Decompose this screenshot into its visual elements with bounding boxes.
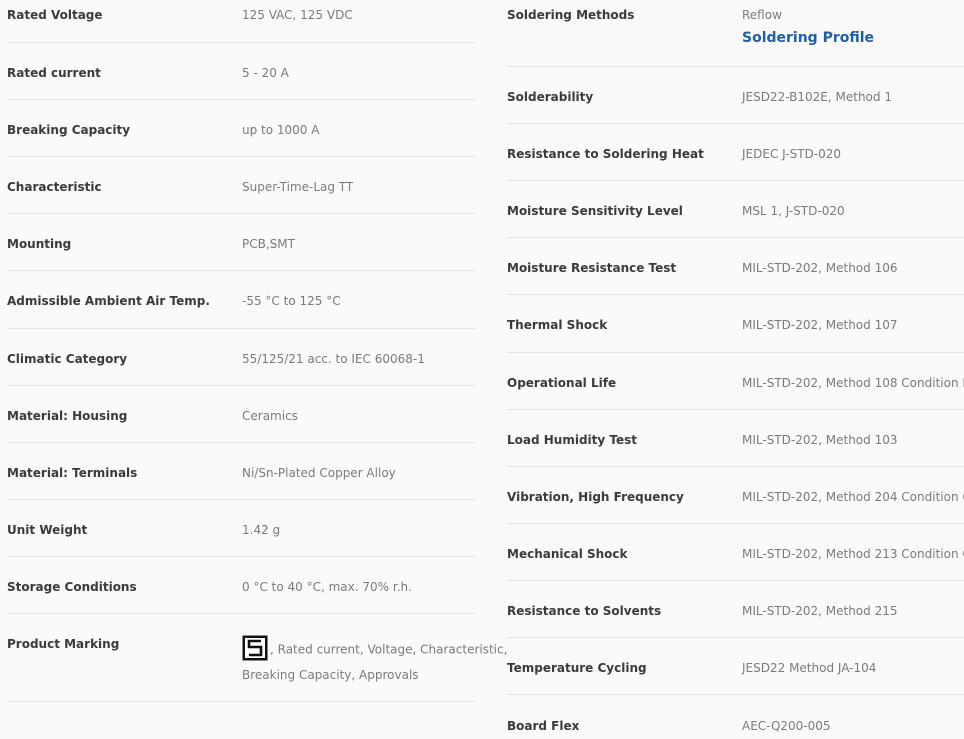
spec-value: PCB,SMT — [242, 237, 295, 251]
spec-label: Operational Life — [507, 376, 617, 390]
spec-row-temperature-cycling: Temperature Cycling JESD22 Method JA-104 — [507, 638, 964, 695]
spec-label: Mounting — [7, 237, 72, 251]
spec-value: JESD22 Method JA-104 — [742, 661, 877, 675]
spec-row-characteristic: Characteristic Super-Time-Lag TT — [7, 157, 476, 214]
spec-value: Super-Time-Lag TT — [242, 180, 354, 194]
spec-row-material-terminals: Material: Terminals Ni/Sn-Plated Copper … — [7, 443, 476, 500]
spec-label: Climatic Category — [7, 352, 128, 366]
spec-row-solderability: Solderability JESD22-B102E, Method 1 — [507, 67, 964, 124]
spec-label: Material: Housing — [7, 409, 128, 423]
spec-row-material-housing: Material: Housing Ceramics — [7, 386, 476, 443]
spec-value: AEC-Q200-005 — [742, 719, 831, 733]
soldering-profile-link[interactable]: Soldering Profile — [742, 30, 874, 46]
marking-line-2: Breaking Capacity, Approvals — [242, 668, 419, 682]
spec-row-load-humidity: Load Humidity Test MIL-STD-202, Method 1… — [507, 410, 964, 467]
spec-label: Characteristic — [7, 180, 102, 194]
spec-row-unit-weight: Unit Weight 1.42 g — [7, 500, 476, 557]
spec-value: MIL-STD-202, Method 213 Condition C — [742, 547, 964, 561]
marking-line-1: , Rated current, Voltage, Characteristic… — [242, 635, 508, 663]
spec-label: Vibration, High Frequency — [507, 490, 684, 504]
spec-row-rated-voltage: Rated Voltage 125 VAC, 125 VDC — [7, 0, 476, 43]
spec-value: JESD22-B102E, Method 1 — [742, 90, 892, 104]
spec-row-climatic-category: Climatic Category 55/125/21 acc. to IEC … — [7, 329, 476, 386]
spec-value: MIL-STD-202, Method 106 — [742, 261, 898, 275]
spec-label: Unit Weight — [7, 523, 88, 537]
spec-value: Ceramics — [242, 409, 298, 423]
spec-label: Resistance to Soldering Heat — [507, 147, 704, 161]
spec-row-product-marking: Product Marking , Rated current, Voltage… — [7, 614, 507, 702]
spec-value: 0 °C to 40 °C, max. 70% r.h. — [242, 580, 412, 594]
spec-row-mounting: Mounting PCB,SMT — [7, 214, 476, 271]
spec-column-right: Soldering Methods Reflow Soldering Profi… — [507, 0, 964, 739]
spec-row-storage-conditions: Storage Conditions 0 °C to 40 °C, max. 7… — [7, 557, 476, 614]
spec-row-soldering-methods: Soldering Methods Reflow Soldering Profi… — [507, 0, 964, 67]
spec-column-left: Rated Voltage 125 VAC, 125 VDC Rated cur… — [7, 0, 507, 702]
spec-label: Load Humidity Test — [507, 433, 638, 447]
schurter-s-logo-icon — [242, 635, 268, 661]
spec-value: MIL-STD-202, Method 107 — [742, 318, 898, 332]
spec-value: MIL-STD-202, Method 204 Condition C — [742, 490, 964, 504]
spec-row-moisture-sensitivity: Moisture Sensitivity Level MSL 1, J-STD-… — [507, 181, 964, 238]
spec-value: 55/125/21 acc. to IEC 60068-1 — [242, 352, 425, 366]
spec-label: Board Flex — [507, 719, 580, 733]
spec-label: Rated current — [7, 66, 101, 80]
spec-row-thermal-shock: Thermal Shock MIL-STD-202, Method 107 — [507, 295, 964, 353]
spec-label: Moisture Resistance Test — [507, 261, 677, 275]
spec-value: Ni/Sn-Plated Copper Alloy — [242, 466, 396, 480]
spec-table: Rated Voltage 125 VAC, 125 VDC Rated cur… — [0, 0, 964, 739]
spec-row-resistance-solvents: Resistance to Solvents MIL-STD-202, Meth… — [507, 581, 964, 638]
spec-value: MIL-STD-202, Method 108 Condition F — [742, 376, 964, 390]
spec-label: Temperature Cycling — [507, 661, 647, 675]
spec-row-board-flex: Board Flex AEC-Q200-005 — [507, 695, 964, 739]
spec-value: MSL 1, J-STD-020 — [742, 204, 845, 218]
spec-row-ambient-air-temp: Admissible Ambient Air Temp. -55 °C to 1… — [7, 271, 476, 329]
spec-value: 1.42 g — [242, 523, 281, 537]
spec-value: Reflow Soldering Profile — [742, 8, 874, 46]
spec-label: Product Marking — [7, 637, 120, 651]
spec-row-resistance-soldering-heat: Resistance to Soldering Heat JEDEC J-STD… — [507, 124, 964, 181]
spec-value: up to 1000 A — [242, 123, 320, 137]
marking-text-1: , Rated current, Voltage, Characteristic… — [270, 642, 508, 657]
spec-label: Breaking Capacity — [7, 123, 131, 137]
spec-value: -55 °C to 125 °C — [242, 294, 341, 308]
soldering-method-value: Reflow — [742, 8, 782, 22]
spec-row-operational-life: Operational Life MIL-STD-202, Method 108… — [507, 353, 964, 410]
spec-label: Moisture Sensitivity Level — [507, 204, 683, 218]
spec-label: Resistance to Solvents — [507, 604, 662, 618]
spec-label: Thermal Shock — [507, 318, 608, 332]
spec-value: , Rated current, Voltage, Characteristic… — [242, 635, 508, 688]
spec-value: JEDEC J-STD-020 — [742, 147, 841, 161]
spec-label: Mechanical Shock — [507, 547, 628, 561]
spec-value: MIL-STD-202, Method 103 — [742, 433, 898, 447]
spec-row-rated-current: Rated current 5 - 20 A — [7, 43, 476, 100]
spec-row-moisture-resistance: Moisture Resistance Test MIL-STD-202, Me… — [507, 238, 964, 295]
spec-value: MIL-STD-202, Method 215 — [742, 604, 898, 618]
spec-label: Storage Conditions — [7, 580, 137, 594]
spec-label: Material: Terminals — [7, 466, 138, 480]
spec-row-breaking-capacity: Breaking Capacity up to 1000 A — [7, 100, 476, 157]
spec-value: 5 - 20 A — [242, 66, 289, 80]
spec-label: Soldering Methods — [507, 8, 635, 22]
spec-value: 125 VAC, 125 VDC — [242, 8, 353, 22]
spec-label: Rated Voltage — [7, 8, 103, 22]
spec-row-mechanical-shock: Mechanical Shock MIL-STD-202, Method 213… — [507, 524, 964, 581]
spec-label: Solderability — [507, 90, 594, 104]
spec-label: Admissible Ambient Air Temp. — [7, 294, 210, 308]
spec-row-vibration: Vibration, High Frequency MIL-STD-202, M… — [507, 467, 964, 524]
